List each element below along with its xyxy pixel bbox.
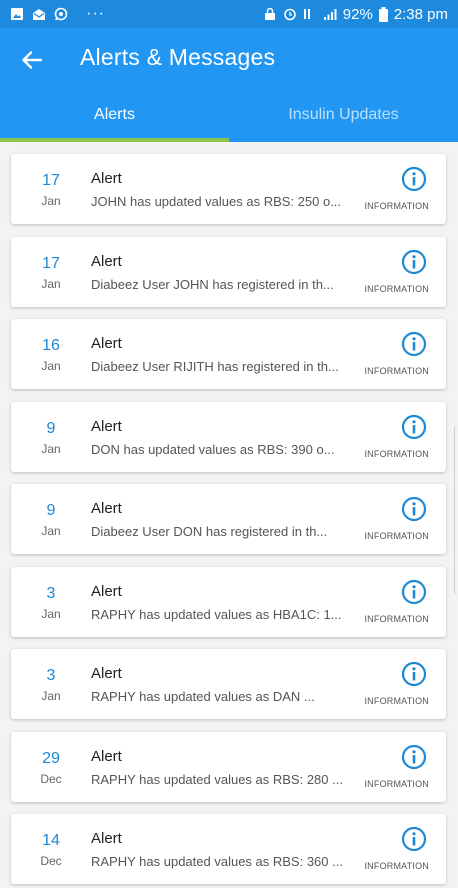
info-icon[interactable] (401, 661, 427, 687)
alert-card[interactable]: 29 Dec Alert RAPHY has updated values as… (11, 731, 446, 802)
alert-month: Jan (41, 194, 61, 208)
arrow-back-icon (22, 51, 42, 69)
page-title: Alerts & Messages (80, 44, 276, 70)
alert-date: 3 Jan (21, 666, 81, 705)
hd-voice-icon (303, 9, 310, 19)
alert-day: 9 (46, 419, 56, 437)
alert-day: 17 (42, 172, 60, 189)
alert-day: 3 (46, 584, 56, 602)
alert-day: 3 (46, 667, 56, 684)
alert-date: 16 Jan (21, 336, 81, 375)
info-icon[interactable] (401, 496, 427, 522)
alert-type-label: INFORMATION (364, 696, 429, 706)
more-notifications-dots: ··· (86, 5, 105, 22)
alarm-icon (283, 8, 296, 21)
alert-type-label: INFORMATION (364, 448, 429, 459)
alert-date: 17 Jan (21, 254, 81, 293)
tab-insulin-updates[interactable]: Insulin Updates (229, 88, 458, 142)
alert-card[interactable]: 17 Jan Alert Diabeez User JOHN has regis… (11, 236, 446, 307)
alert-message: RAPHY has updated values as RBS: 280 ... (91, 771, 343, 787)
alert-message: RAPHY has updated values as HBA1C: 1... (91, 606, 342, 622)
alert-card[interactable]: 9 Jan Alert Diabeez User DON has registe… (11, 484, 446, 554)
alert-type-label: INFORMATION (364, 283, 429, 294)
alert-day: 17 (42, 254, 60, 272)
alert-title: Alert (91, 665, 122, 682)
battery-percent: 92% (342, 5, 373, 23)
alert-message: DON has updated values as RBS: 390 o... (91, 441, 335, 457)
alert-title: Alert (91, 582, 122, 600)
whatsapp-icon (54, 7, 68, 21)
alert-title: Alert (91, 417, 122, 435)
info-icon[interactable] (401, 166, 427, 192)
alert-month: Jan (41, 606, 61, 621)
info-icon[interactable] (401, 414, 427, 440)
alert-card[interactable]: 16 Jan Alert Diabeez User RIJITH has reg… (11, 319, 446, 389)
alert-card[interactable]: 17 Jan Alert JOHN has updated values as … (11, 154, 446, 224)
alert-date: 17 Jan (21, 171, 81, 210)
alert-date: 14 Dec (21, 831, 81, 870)
info-icon[interactable] (401, 331, 427, 357)
alert-type-label: INFORMATION (364, 613, 429, 624)
alert-month: Jan (41, 359, 61, 373)
alert-type-label: INFORMATION (364, 861, 429, 871)
alert-month: Dec (40, 771, 62, 786)
alerts-list[interactable]: 17 Jan Alert JOHN has updated values as … (0, 142, 458, 888)
alert-card[interactable]: 14 Dec Alert RAPHY has updated values as… (11, 814, 446, 884)
alert-title: Alert (91, 170, 122, 187)
alert-message: JOHN has updated values as RBS: 250 o... (91, 194, 342, 209)
lock-icon (264, 7, 275, 20)
alert-type-label: INFORMATION (364, 201, 429, 211)
alert-day: 29 (42, 749, 60, 767)
alert-title: Alert (91, 252, 122, 270)
gallery-icon (11, 8, 23, 20)
alert-message: RAPHY has updated values as DAN ... (91, 689, 315, 704)
alert-message: Diabeez User JOHN has registered in th..… (91, 276, 334, 292)
alert-title: Alert (91, 500, 122, 517)
clock-time: 2:38 pm (393, 5, 448, 23)
alert-month: Jan (41, 441, 61, 456)
alert-type-label: INFORMATION (364, 778, 429, 789)
alert-type-label: INFORMATION (364, 366, 429, 376)
battery-icon (378, 6, 388, 22)
alert-date: 9 Jan (21, 419, 81, 458)
alert-day: 14 (42, 832, 60, 849)
alert-card[interactable]: 3 Jan Alert RAPHY has updated values as … (11, 566, 446, 637)
scroll-edge-indicator (454, 425, 458, 595)
alert-day: 16 (42, 337, 60, 354)
tab-bar: Alerts Insulin Updates (0, 88, 458, 142)
alert-card[interactable]: 9 Jan Alert DON has updated values as RB… (11, 401, 446, 472)
status-bar: ··· 92% 2:38 pm (0, 0, 458, 28)
alert-card[interactable]: 3 Jan Alert RAPHY has updated values as … (11, 649, 446, 719)
info-icon[interactable] (401, 826, 427, 852)
alert-type-label: INFORMATION (364, 531, 429, 541)
alert-title: Alert (91, 830, 122, 847)
alert-date: 29 Dec (21, 749, 81, 788)
app-bar: Alerts & Messages Alerts Insulin Updates (0, 28, 458, 142)
alert-month: Jan (41, 276, 61, 291)
alert-message: Diabeez User DON has registered in th... (91, 524, 328, 539)
info-icon[interactable] (401, 579, 427, 605)
alert-title: Alert (91, 747, 122, 765)
mail-icon (33, 9, 45, 20)
back-button[interactable] (16, 44, 48, 76)
alert-date: 3 Jan (21, 584, 81, 623)
signal-icon (323, 9, 337, 20)
alert-message: RAPHY has updated values as RBS: 360 ... (91, 854, 343, 869)
status-right-icons: 92% 2:38 pm (263, 6, 448, 23)
alert-month: Dec (40, 854, 62, 868)
alert-day: 9 (46, 502, 56, 519)
alert-date: 9 Jan (21, 501, 81, 540)
alert-message: Diabeez User RIJITH has registered in th… (91, 359, 339, 374)
tab-alerts[interactable]: Alerts (0, 88, 229, 142)
info-icon[interactable] (401, 744, 427, 770)
alert-month: Jan (41, 524, 61, 538)
alert-title: Alert (91, 335, 122, 352)
info-icon[interactable] (401, 249, 427, 275)
status-left-icons: ··· (10, 5, 105, 23)
alert-month: Jan (41, 689, 61, 703)
